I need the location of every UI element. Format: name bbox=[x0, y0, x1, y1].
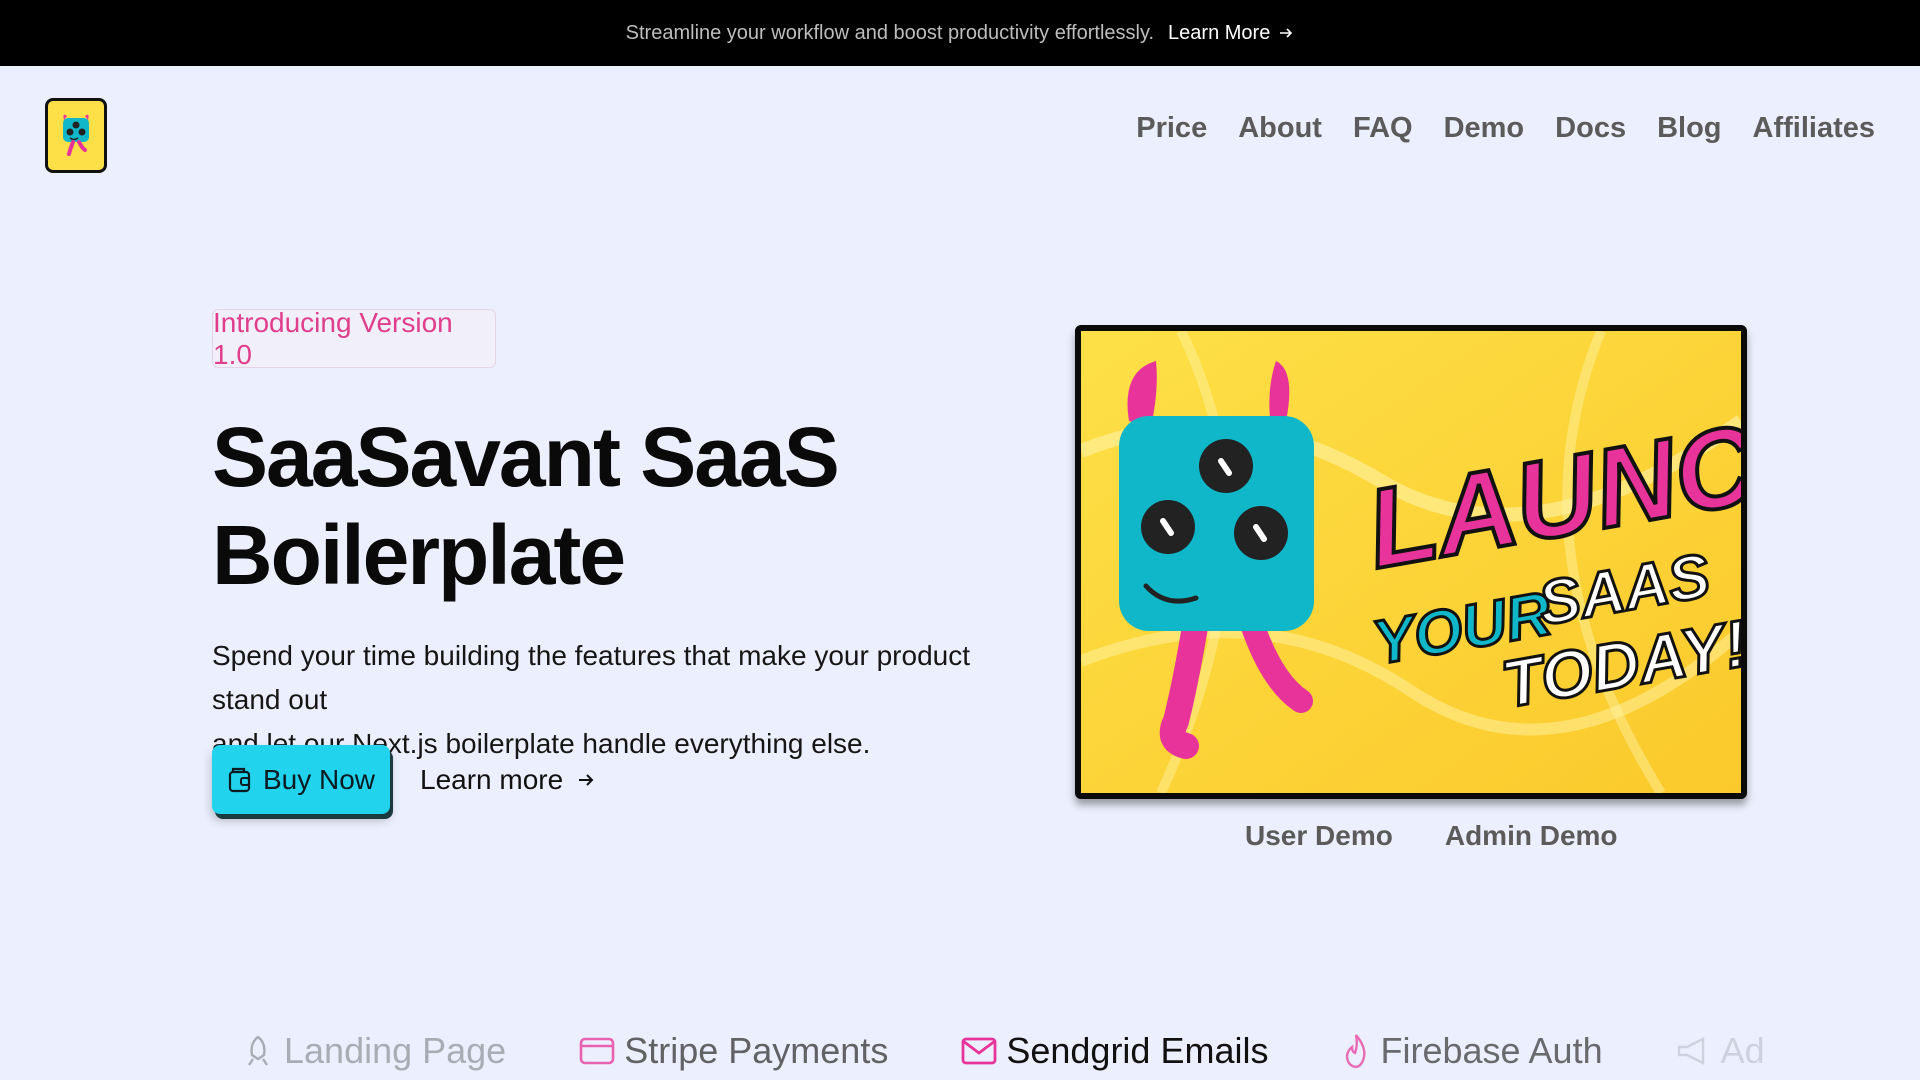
demo-links: User Demo Admin Demo bbox=[1245, 820, 1618, 852]
hero-title-line2: Boilerplate bbox=[212, 508, 626, 602]
feature-ads: Ad bbox=[1675, 1030, 1765, 1072]
arrow-right-icon bbox=[1280, 28, 1293, 38]
announcement-message: Streamline your workflow and boost produ… bbox=[625, 21, 1155, 44]
announcement-bar: Streamline your workflow and boost produ… bbox=[0, 0, 1920, 66]
hero-title-line1: SaaSavant SaaS bbox=[212, 410, 840, 504]
nav-blog[interactable]: Blog bbox=[1657, 112, 1721, 145]
buy-now-button[interactable]: Buy Now bbox=[212, 745, 390, 814]
nav-demo[interactable]: Demo bbox=[1444, 112, 1525, 145]
feature-stripe-payments: Stripe Payments bbox=[578, 1030, 888, 1072]
hero-title: SaaSavant SaaS Boilerplate bbox=[212, 408, 1012, 604]
admin-demo-link[interactable]: Admin Demo bbox=[1445, 820, 1618, 852]
feature-label: Landing Page bbox=[284, 1030, 507, 1071]
feature-label: Sendgrid Emails bbox=[1006, 1030, 1269, 1071]
megaphone-icon bbox=[1677, 1037, 1704, 1065]
monster-logo-icon bbox=[63, 114, 89, 156]
promo-illustration: LAUNCH YOUR SAAS TODAY! bbox=[1081, 331, 1741, 793]
nav-about[interactable]: About bbox=[1238, 112, 1322, 145]
hero-promo-image: LAUNCH YOUR SAAS TODAY! bbox=[1075, 325, 1747, 799]
nav-docs[interactable]: Docs bbox=[1555, 112, 1626, 145]
feature-sendgrid-emails: Sendgrid Emails bbox=[960, 1030, 1268, 1072]
features-marquee: Landing Page Stripe Payments Sendgrid Em… bbox=[0, 1020, 1920, 1080]
announcement-learn-more-link[interactable]: Learn More bbox=[1168, 22, 1294, 45]
feature-firebase-auth: Firebase Auth bbox=[1340, 1030, 1603, 1072]
nav-affiliates[interactable]: Affiliates bbox=[1753, 112, 1875, 145]
flame-icon bbox=[1346, 1034, 1366, 1069]
feature-label: Ad bbox=[1720, 1030, 1765, 1071]
wallet-icon bbox=[228, 767, 251, 792]
credit-card-icon bbox=[579, 1037, 615, 1065]
arrow-right-icon bbox=[579, 774, 594, 786]
announcement-cta-label: Learn More bbox=[1168, 21, 1271, 44]
feature-label: Stripe Payments bbox=[624, 1030, 889, 1071]
version-badge: Introducing Version 1.0 bbox=[212, 307, 496, 370]
site-logo[interactable] bbox=[45, 98, 107, 173]
nav-faq[interactable]: FAQ bbox=[1353, 112, 1413, 145]
buy-now-label: Buy Now bbox=[262, 763, 376, 795]
user-demo-link[interactable]: User Demo bbox=[1245, 820, 1393, 852]
mail-icon bbox=[961, 1037, 997, 1065]
rocket-icon bbox=[248, 1035, 268, 1066]
features-row: Landing Page Stripe Payments Sendgrid Em… bbox=[240, 1030, 1765, 1072]
learn-more-button[interactable]: Learn more bbox=[420, 758, 595, 802]
hero-description-line1: Spend your time building the features th… bbox=[212, 640, 970, 715]
feature-label: Firebase Auth bbox=[1380, 1030, 1603, 1071]
nav-price[interactable]: Price bbox=[1136, 112, 1207, 145]
feature-landing-page: Landing Page bbox=[240, 1030, 506, 1072]
main-nav: Price About FAQ Demo Docs Blog Affiliate… bbox=[1136, 112, 1875, 145]
learn-more-label: Learn more bbox=[420, 764, 564, 795]
